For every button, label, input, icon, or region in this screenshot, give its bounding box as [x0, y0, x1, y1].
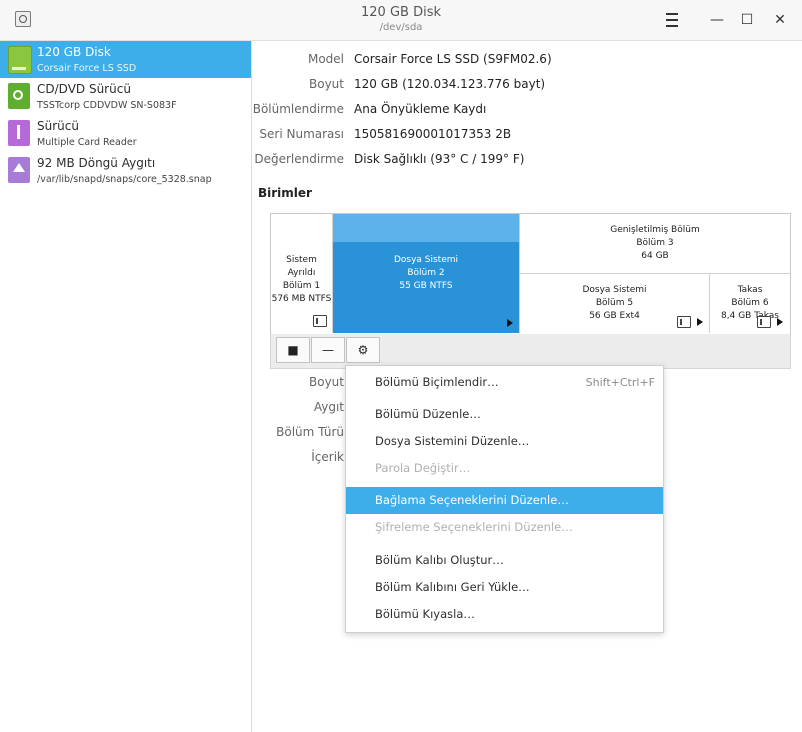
maximize-button[interactable]: ☐ — [737, 10, 757, 30]
device-description: /var/lib/snapd/snaps/core_5328.snap — [37, 174, 212, 185]
partition-2[interactable]: Dosya Sistemi Bölüm 2 55 GB NTFS — [333, 214, 520, 333]
sidebar-item-cd-dvd[interactable]: CD/DVD Sürücü TSSTcorp CDDVDW SN-S083F — [0, 78, 251, 115]
mount-folder-icon — [757, 316, 771, 328]
device-sidebar: 120 GB Disk Corsair Force LS SSD CD/DVD … — [0, 41, 252, 732]
menu-item-label: Bölümü Kıyasla… — [375, 607, 475, 621]
delete-partition-button[interactable]: — — [311, 337, 345, 363]
menu-item-label: Dosya Sistemini Düzenle… — [375, 434, 530, 448]
menu-item-edit-mount-options[interactable]: Bağlama Seçeneklerini Düzenle… — [346, 487, 663, 514]
volume-toolbar: ■ — ⚙ — [270, 334, 791, 369]
assessment-label: Değerlendirme — [254, 152, 344, 166]
close-button[interactable]: ✕ — [770, 10, 790, 30]
size-label: Boyut — [309, 77, 344, 91]
menu-item-label: Bağlama Seçeneklerini Düzenle… — [375, 493, 569, 507]
hamburger-menu-icon[interactable] — [662, 10, 682, 30]
partition-3-extended[interactable]: Genişletilmiş Bölüm Bölüm 3 64 GB — [520, 214, 790, 274]
partition-size: 64 GB — [641, 251, 669, 261]
menu-item-label: Bölüm Kalıbı Oluştur… — [375, 553, 504, 567]
serial-label: Seri Numarası — [259, 127, 344, 141]
partition-contents-label: İçerik — [311, 450, 344, 464]
mount-folder-icon — [677, 316, 691, 328]
menu-item-change-passphrase: Parola Değiştir… — [346, 455, 663, 482]
sidebar-item-120gb-disk[interactable]: 120 GB Disk Corsair Force LS SSD — [0, 41, 251, 78]
partition-5[interactable]: Dosya Sistemi Bölüm 5 56 GB Ext4 — [520, 274, 710, 333]
device-name: Sürücü — [37, 119, 79, 133]
menu-item-label: Parola Değiştir… — [375, 461, 471, 475]
device-description: Corsair Force LS SSD — [37, 63, 137, 74]
partition-type-label: Bölüm Türü — [276, 425, 344, 439]
partition-type: Genişletilmiş Bölüm — [610, 225, 700, 235]
menu-item-label: Bölümü Biçimlendir… — [375, 375, 499, 389]
partition-number: Bölüm 2 — [407, 268, 445, 278]
partition-number: Bölüm 1 — [282, 281, 321, 291]
partition-number: Bölüm 6 — [731, 298, 769, 308]
menu-item-edit-partition[interactable]: Bölümü Düzenle… — [346, 401, 663, 428]
device-name: CD/DVD Sürücü — [37, 82, 131, 96]
menu-item-format-partition[interactable]: Bölümü Biçimlendir… Shift+Ctrl+F — [346, 369, 663, 396]
size-value: 120 GB (120.034.123.776 bayt) — [354, 77, 546, 91]
menu-item-edit-encryption-options: Şifreleme Seçeneklerini Düzenle… — [346, 514, 663, 541]
stop-volume-button[interactable]: ■ — [276, 337, 310, 363]
optical-drive-icon — [8, 83, 30, 109]
stop-icon: ■ — [287, 343, 299, 357]
volumes-heading: Birimler — [258, 186, 312, 200]
device-description: Multiple Card Reader — [37, 137, 137, 148]
partition-number: Bölüm 5 — [595, 298, 634, 308]
menu-item-restore-partition-image[interactable]: Bölüm Kalıbını Geri Yükle… — [346, 574, 663, 601]
volume-map: Sistem Ayrıldı Bölüm 1 576 MB NTFS Dosya… — [270, 213, 791, 336]
menu-item-edit-filesystem[interactable]: Dosya Sistemini Düzenle… — [346, 428, 663, 455]
partition-device-label: Aygıt — [313, 400, 344, 414]
partition-1[interactable]: Sistem Ayrıldı Bölüm 1 576 MB NTFS — [271, 214, 333, 333]
partition-size-label: Boyut — [309, 375, 344, 389]
ssd-drive-icon — [8, 46, 32, 74]
device-name: 120 GB Disk — [37, 45, 111, 59]
usb-drive-icon — [8, 120, 30, 146]
menu-item-create-partition-image[interactable]: Bölüm Kalıbı Oluştur… — [346, 547, 663, 574]
model-label: Model — [307, 52, 344, 66]
minimize-button[interactable]: — — [707, 10, 727, 30]
menu-item-label: Bölümü Düzenle… — [375, 407, 481, 421]
gears-icon: ⚙ — [357, 343, 369, 357]
partition-size: 576 MB NTFS — [271, 294, 332, 304]
serial-value: 150581690001017353 2B — [354, 127, 512, 141]
partition-options-button[interactable]: ⚙ — [346, 337, 380, 363]
partition-type: Takas — [737, 285, 763, 295]
sidebar-item-loop-device[interactable]: 92 MB Döngü Aygıtı /var/lib/snapd/snaps/… — [0, 152, 251, 189]
partition-type: Dosya Sistemi — [582, 285, 647, 295]
device-description: TSSTcorp CDDVDW SN-S083F — [37, 100, 177, 111]
sidebar-item-card-reader[interactable]: Sürücü Multiple Card Reader — [0, 115, 251, 152]
device-name: 92 MB Döngü Aygıtı — [37, 156, 156, 170]
model-value: Corsair Force LS SSD (S9FM02.6) — [354, 52, 552, 66]
partition-type: Dosya Sistemi — [393, 255, 459, 265]
play-arrow-icon — [507, 319, 513, 327]
menu-item-label: Bölüm Kalıbını Geri Yükle… — [375, 580, 530, 594]
play-arrow-icon — [777, 318, 783, 326]
partition-size: 55 GB NTFS — [399, 281, 453, 291]
minus-icon: — — [322, 343, 334, 357]
partition-type: Sistem Ayrıldı — [286, 255, 317, 278]
menu-item-shortcut: Shift+Ctrl+F — [585, 376, 655, 389]
title-bar: 120 GB Disk /dev/sda — ☐ ✕ — [0, 0, 802, 41]
partition-number: Bölüm 3 — [636, 238, 674, 248]
play-arrow-icon — [697, 318, 703, 326]
partition-context-menu: Bölümü Biçimlendir… Shift+Ctrl+F Bölümü … — [345, 365, 664, 633]
menu-item-benchmark-partition[interactable]: Bölümü Kıyasla… — [346, 601, 663, 628]
partitioning-value: Ana Önyükleme Kaydı — [354, 102, 487, 116]
partitioning-label: Bölümlendirme — [252, 102, 344, 116]
mount-folder-icon — [313, 315, 327, 327]
partition-6[interactable]: Takas Bölüm 6 8,4 GB Takas — [710, 274, 790, 333]
assessment-value: Disk Sağlıklı (93° C / 199° F) — [354, 152, 525, 166]
loop-device-icon — [8, 157, 30, 183]
menu-item-label: Şifreleme Seçeneklerini Düzenle… — [375, 520, 573, 534]
